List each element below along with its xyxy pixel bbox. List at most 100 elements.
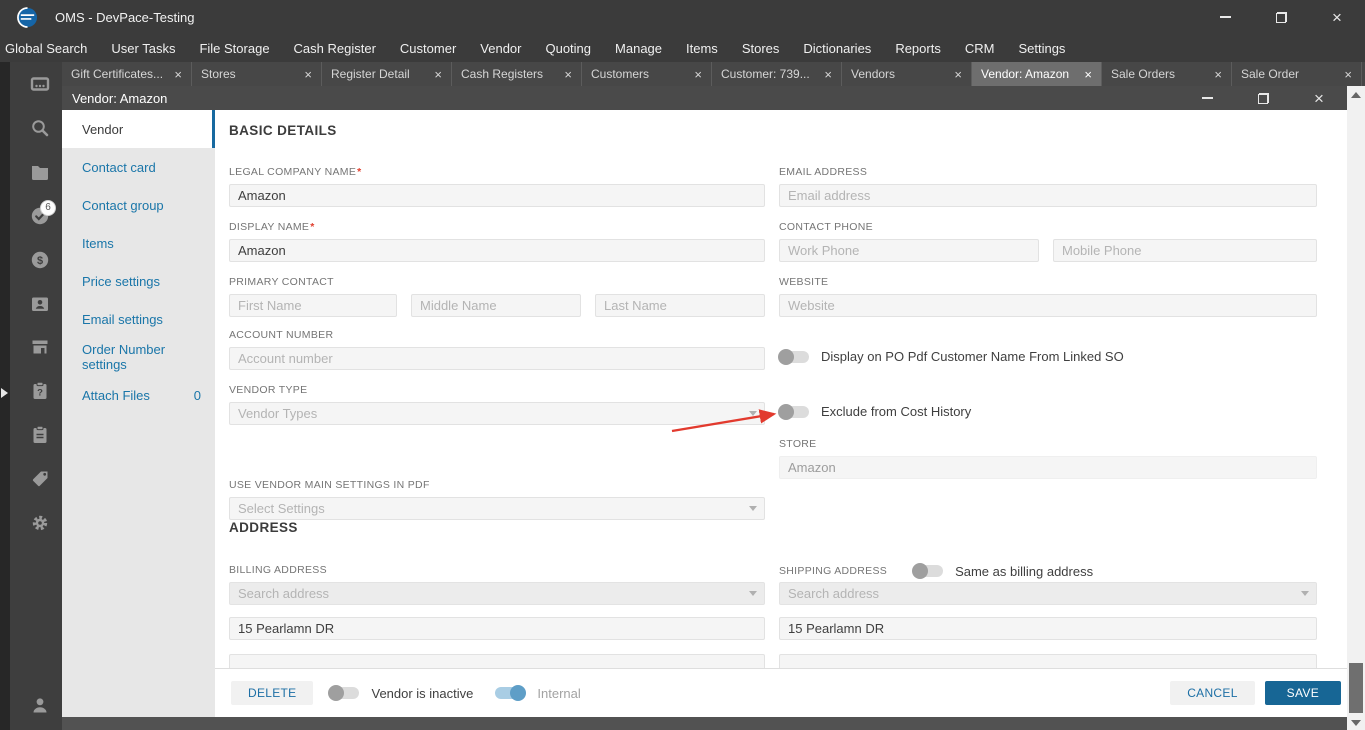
cancel-button[interactable]: CANCEL	[1170, 681, 1255, 705]
tab-vendors[interactable]: Vendors ×	[842, 62, 972, 86]
nav-item-attach-files[interactable]: Attach Files 0	[62, 376, 215, 414]
billing-address-line2-input[interactable]	[229, 654, 765, 668]
website-input[interactable]	[779, 294, 1317, 317]
tab-sale-orders[interactable]: Sale Orders ×	[1102, 62, 1232, 86]
tab-sale-order[interactable]: Sale Order ×	[1232, 62, 1362, 86]
nav-item-order-number-settings[interactable]: Order Number settings	[62, 338, 215, 376]
delete-button[interactable]: DELETE	[231, 681, 314, 705]
nav-item-email-settings[interactable]: Email settings	[62, 300, 215, 338]
tab-customer-739[interactable]: Customer: 739... ×	[712, 62, 842, 86]
chevron-down-icon	[749, 591, 757, 596]
tab-close-icon[interactable]: ×	[1214, 68, 1222, 81]
contact-card-icon[interactable]	[30, 294, 50, 314]
tab-customers[interactable]: Customers ×	[582, 62, 712, 86]
same-as-billing-label: Same as billing address	[955, 563, 1094, 579]
scrollbar-thumb[interactable]	[1349, 663, 1363, 713]
menu-item-vendor[interactable]: Vendor	[468, 41, 533, 56]
tab-close-icon[interactable]: ×	[1344, 68, 1352, 81]
menu-item-file-storage[interactable]: File Storage	[187, 41, 281, 56]
first-name-input[interactable]	[229, 294, 397, 317]
po-pdf-toggle-label: Display on PO Pdf Customer Name From Lin…	[821, 349, 1124, 364]
register-icon[interactable]	[30, 74, 50, 94]
nav-item-contact-group[interactable]: Contact group	[62, 186, 215, 224]
nav-item-vendor[interactable]: Vendor	[62, 110, 215, 148]
billing-address-line1-input[interactable]	[229, 617, 765, 640]
menu-item-settings[interactable]: Settings	[1006, 41, 1077, 56]
vendor-inactive-toggle[interactable]	[328, 685, 360, 701]
email-address-field: EMAIL ADDRESS	[779, 166, 1317, 207]
menu-item-cash-register[interactable]: Cash Register	[282, 41, 388, 56]
store-icon[interactable]	[30, 337, 50, 357]
minimize-button[interactable]	[1197, 0, 1253, 34]
menu-item-dictionaries[interactable]: Dictionaries	[791, 41, 883, 56]
tab-close-icon[interactable]: ×	[564, 68, 572, 81]
window-title: OMS - DevPace-Testing	[55, 9, 195, 25]
shipping-address-line1-input[interactable]	[779, 617, 1317, 640]
menu-item-global-search[interactable]: Global Search	[5, 41, 99, 56]
internal-toggle[interactable]	[495, 685, 527, 701]
close-button[interactable]: ×	[1309, 0, 1365, 34]
po-pdf-toggle[interactable]	[778, 348, 809, 365]
required-marker: *	[310, 221, 315, 233]
menu-item-manage[interactable]: Manage	[603, 41, 674, 56]
tab-close-icon[interactable]: ×	[304, 68, 312, 81]
minimize-icon	[1201, 97, 1213, 99]
menu-item-stores[interactable]: Stores	[730, 41, 792, 56]
shipping-address-search-dropdown[interactable]: Search address	[779, 582, 1317, 605]
menu-item-quoting[interactable]: Quoting	[533, 41, 603, 56]
menu-item-crm[interactable]: CRM	[953, 41, 1007, 56]
save-button[interactable]: SAVE	[1264, 681, 1341, 705]
po-pdf-toggle-row: Display on PO Pdf Customer Name From Lin…	[778, 348, 1124, 365]
search-icon[interactable]	[30, 118, 50, 138]
user-icon[interactable]	[30, 695, 50, 715]
inner-close-button[interactable]: ×	[1291, 86, 1347, 110]
restore-button[interactable]	[1253, 0, 1309, 34]
menu-item-reports[interactable]: Reports	[883, 41, 953, 56]
inner-minimize-button[interactable]	[1179, 86, 1235, 110]
menu-item-user-tasks[interactable]: User Tasks	[99, 41, 187, 56]
tab-stores[interactable]: Stores ×	[192, 62, 322, 86]
basic-details-heading: BASIC DETAILS	[229, 123, 337, 138]
account-number-input[interactable]	[229, 347, 765, 370]
scroll-down-icon[interactable]	[1351, 720, 1361, 726]
internal-label: Internal	[537, 685, 581, 701]
vertical-scrollbar[interactable]	[1347, 86, 1365, 730]
tab-close-icon[interactable]: ×	[434, 68, 442, 81]
finance-dollar-icon[interactable]: $	[30, 250, 50, 270]
nav-item-contact-card[interactable]: Contact card	[62, 148, 215, 186]
work-phone-input[interactable]	[779, 239, 1039, 262]
menu-item-customer[interactable]: Customer	[388, 41, 468, 56]
folder-icon[interactable]	[30, 162, 50, 182]
settings-gear-icon[interactable]	[30, 513, 50, 533]
tab-register-detail[interactable]: Register Detail ×	[322, 62, 452, 86]
expand-panel-icon[interactable]	[1, 388, 8, 398]
nav-item-price-settings[interactable]: Price settings	[62, 262, 215, 300]
shipping-address-line2-input[interactable]	[779, 654, 1317, 668]
billing-address-search-dropdown[interactable]: Search address	[229, 582, 765, 605]
tasks-count-badge: 6	[40, 200, 56, 216]
tab-close-icon[interactable]: ×	[824, 68, 832, 81]
tab-gift-certificates[interactable]: Gift Certificates... ×	[62, 62, 192, 86]
tab-vendor-amazon[interactable]: Vendor: Amazon ×	[972, 62, 1102, 86]
menu-item-items[interactable]: Items	[674, 41, 730, 56]
clipboard-question-icon[interactable]: ?	[30, 381, 50, 401]
legal-company-name-input[interactable]	[229, 184, 765, 207]
clipboard-list-icon[interactable]	[30, 425, 50, 445]
tab-cash-registers[interactable]: Cash Registers ×	[452, 62, 582, 86]
mobile-phone-input[interactable]	[1053, 239, 1317, 262]
tab-close-icon[interactable]: ×	[954, 68, 962, 81]
middle-name-input[interactable]	[411, 294, 581, 317]
tab-close-icon[interactable]: ×	[694, 68, 702, 81]
last-name-input[interactable]	[595, 294, 765, 317]
email-address-input[interactable]	[779, 184, 1317, 207]
nav-item-items[interactable]: Items	[62, 224, 215, 262]
display-name-input[interactable]	[229, 239, 765, 262]
inner-restore-button[interactable]	[1235, 86, 1291, 110]
pdf-settings-dropdown[interactable]: Select Settings	[229, 497, 765, 520]
scroll-up-icon[interactable]	[1351, 92, 1361, 98]
tag-icon[interactable]	[30, 469, 50, 489]
icon-sidebar: 6 $ ?	[10, 62, 62, 730]
tab-close-icon[interactable]: ×	[174, 68, 182, 81]
same-as-billing-toggle[interactable]	[912, 563, 944, 579]
tab-close-icon[interactable]: ×	[1084, 68, 1092, 81]
